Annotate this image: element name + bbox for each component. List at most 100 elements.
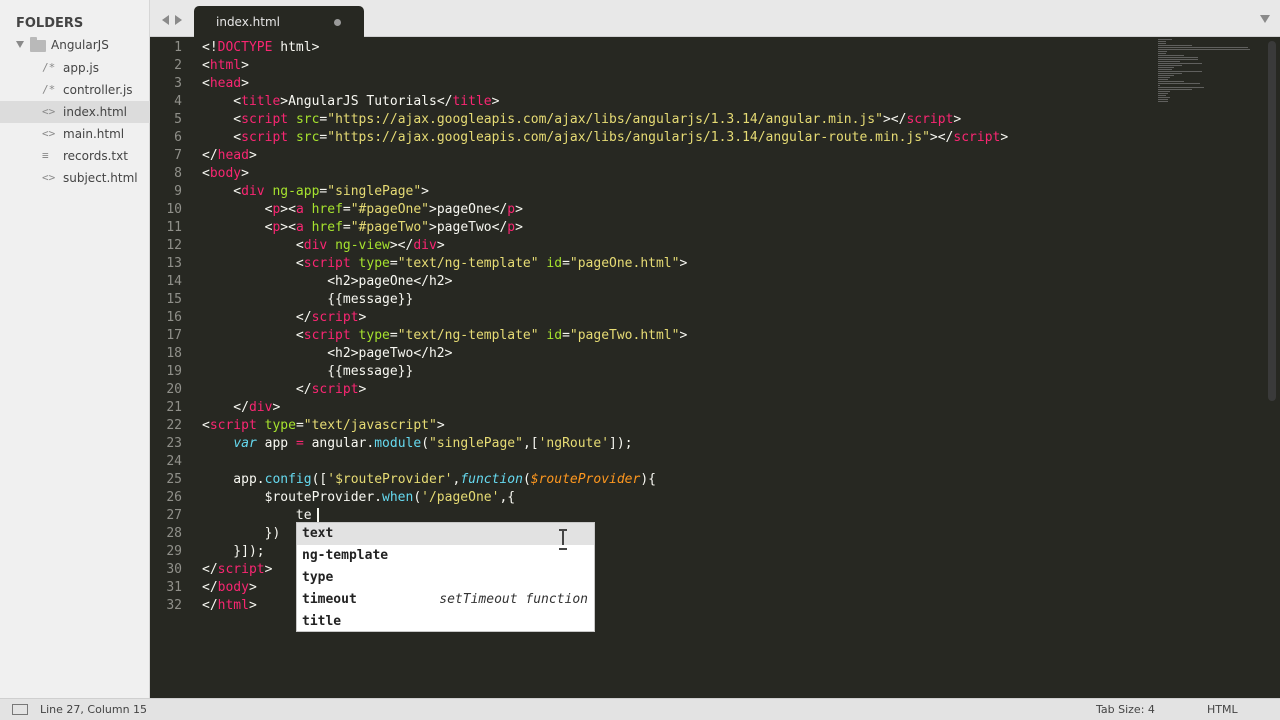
autocomplete-item-label: ng-template <box>302 548 389 563</box>
code-token: ( <box>413 490 422 505</box>
code-line: </body> <box>202 579 257 597</box>
minimap-line <box>1158 71 1202 72</box>
autocomplete-item-text[interactable]: text <box>297 523 594 545</box>
sidebar-file-app-js[interactable]: /* app.js <box>0 57 150 79</box>
code-token: < <box>202 130 242 145</box>
code-line: </head> <box>202 147 257 165</box>
line-number: 13 <box>166 256 182 271</box>
code-line: <html> <box>202 57 249 75</box>
autocomplete-item-ng-template[interactable]: ng-template <box>297 545 594 567</box>
code-token: function <box>460 472 523 487</box>
code-token: div <box>248 400 273 415</box>
code-token: ng-view <box>335 238 390 253</box>
code-line: <title>AngularJS Tutorials</title> <box>202 93 499 111</box>
unsaved-dot-icon[interactable] <box>334 19 341 26</box>
code-token: p <box>507 220 516 235</box>
line-number: 22 <box>166 418 182 433</box>
code-token: = <box>562 256 570 271</box>
code-token: head <box>217 148 249 163</box>
minimap-line <box>1158 51 1167 52</box>
sidebar-file-subject-html[interactable]: <> subject.html <box>0 167 150 189</box>
code-token: when <box>382 490 414 505</box>
code-token: < <box>202 94 242 109</box>
panel-toggle-icon[interactable] <box>12 704 28 715</box>
tab-index-html[interactable]: index.html <box>194 6 364 37</box>
line-number: 24 <box>166 454 182 469</box>
sidebar-file-index-html[interactable]: <> index.html <box>0 101 150 123</box>
code-token: '/pageOne' <box>421 490 500 505</box>
code-line: {{message}} <box>202 363 413 381</box>
line-number: 10 <box>166 202 182 217</box>
code-token: > <box>248 580 257 595</box>
sidebar: FOLDERS AngularJS /* app.js /* controller.j… <box>0 0 150 698</box>
vertical-scrollbar[interactable] <box>1268 41 1276 401</box>
code-token: html> <box>272 40 320 55</box>
code-token: '$routeProvider' <box>327 472 453 487</box>
line-number: 19 <box>166 364 182 379</box>
code-token: = <box>389 256 398 271</box>
code-token: }) <box>202 526 281 541</box>
code-token: = <box>562 328 570 343</box>
code-token: "singlePage" <box>429 436 523 451</box>
line-number: 2 <box>174 58 182 73</box>
code-line: <script src="https://ajax.googleapis.com… <box>202 129 1008 147</box>
minimap-line <box>1158 97 1170 98</box>
minimap-line <box>1158 99 1168 100</box>
code-token: < <box>202 112 242 127</box>
disclosure-triangle-icon[interactable] <box>16 41 24 48</box>
autocomplete-item-hint: setTimeout function <box>439 592 588 607</box>
code-token: < <box>202 220 273 235</box>
minimap-line <box>1158 93 1168 94</box>
autocomplete-item-timeout[interactable]: timeout setTimeout function <box>297 589 594 611</box>
code-token: "pageTwo.html" <box>569 328 680 343</box>
line-number: 14 <box>166 274 182 289</box>
tab-size-selector[interactable]: Tab Size: 4 <box>1096 703 1155 716</box>
code-token: > <box>272 400 281 415</box>
autocomplete-item-title[interactable]: title <box>297 611 594 633</box>
minimap-line <box>1158 85 1160 86</box>
code-token: </ <box>202 310 312 325</box>
code-token: = <box>342 202 351 217</box>
code-line: <script type="text/ng-template" id="page… <box>202 255 687 273</box>
folders-title: FOLDERS <box>16 16 84 31</box>
line-number: 21 <box>166 400 182 415</box>
code-token: > <box>491 94 500 109</box>
line-number: 1 <box>174 40 182 55</box>
tab-dropdown-icon[interactable] <box>1260 15 1270 23</box>
autocomplete-item-type[interactable]: type <box>297 567 594 589</box>
syntax-selector[interactable]: HTML <box>1207 703 1238 716</box>
code-line: <script src="https://ajax.googleapis.com… <box>202 111 961 129</box>
code-token: >pageOne</ <box>429 202 508 217</box>
code-token: $routeProvider. <box>202 490 383 505</box>
text-file-icon: ≡ <box>42 149 49 162</box>
code-token: script <box>906 112 954 127</box>
code-token: "#pageTwo" <box>350 220 430 235</box>
code-line: <!DOCTYPE html> <box>202 39 319 57</box>
minimap-line <box>1158 41 1166 42</box>
code-token: ></ <box>882 112 907 127</box>
code-line: $routeProvider.when('/pageOne',{ <box>202 489 515 507</box>
folder-angularjs[interactable]: AngularJS <box>0 35 150 57</box>
code-token: "singlePage" <box>327 184 422 199</box>
autocomplete-popup[interactable]: text ng-template type timeout setTimeout fun… <box>296 522 595 632</box>
minimap[interactable] <box>1158 37 1258 107</box>
line-number: 28 <box>166 526 182 541</box>
sidebar-file-main-html[interactable]: <> main.html <box>0 123 150 145</box>
nav-forward-icon[interactable] <box>175 15 182 25</box>
code-token: < <box>202 418 210 433</box>
minimap-line <box>1158 53 1166 54</box>
code-token: p <box>507 202 516 217</box>
code-token: id <box>546 328 563 343</box>
code-token: < <box>202 166 210 181</box>
code-token: < <box>202 202 273 217</box>
sidebar-file-controller-js[interactable]: /* controller.js <box>0 79 150 101</box>
code-line: <div ng-view></div> <box>202 237 445 255</box>
line-number: 4 <box>174 94 182 109</box>
code-token: ( <box>421 436 430 451</box>
code-token: </ <box>202 400 249 415</box>
code-token: < <box>202 328 304 343</box>
sidebar-file-records-txt[interactable]: ≡ records.txt <box>0 145 150 167</box>
nav-back-icon[interactable] <box>162 15 169 25</box>
